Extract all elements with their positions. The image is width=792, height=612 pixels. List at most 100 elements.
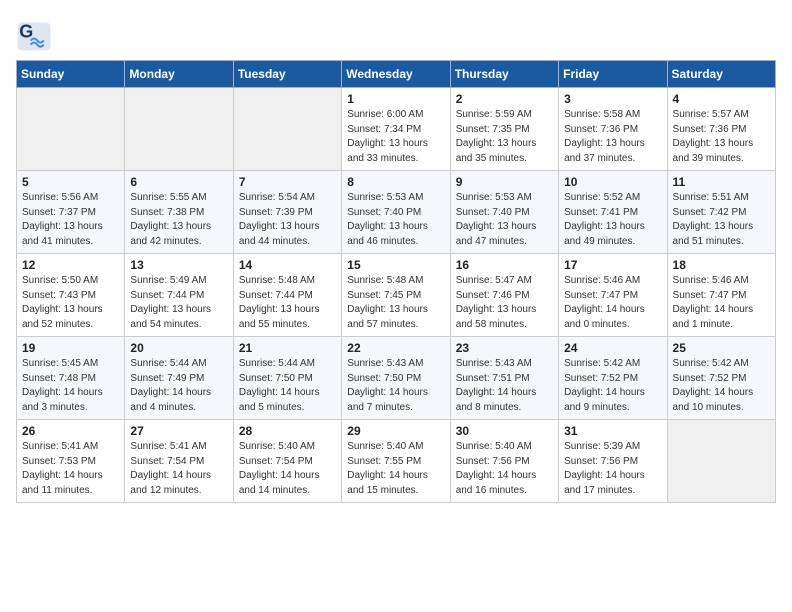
weekday-header: Tuesday bbox=[233, 61, 341, 88]
cell-info: Sunrise: 5:56 AMSunset: 7:37 PMDaylight:… bbox=[22, 191, 119, 249]
calendar-cell: 4 Sunrise: 5:57 AMSunset: 7:36 PMDaylight… bbox=[667, 88, 775, 171]
calendar-cell: 21 Sunrise: 5:44 AMSunset: 7:50 PMDayligh… bbox=[233, 337, 341, 420]
day-number: 10 bbox=[564, 175, 661, 189]
calendar-cell bbox=[17, 88, 125, 171]
cell-info: Sunrise: 5:43 AMSunset: 7:51 PMDaylight:… bbox=[456, 357, 553, 415]
cell-info: Sunrise: 5:44 AMSunset: 7:50 PMDaylight:… bbox=[239, 357, 336, 415]
day-number: 12 bbox=[22, 258, 119, 272]
calendar-header: SundayMondayTuesdayWednesdayThursdayFrid… bbox=[17, 61, 776, 88]
cell-info: Sunrise: 5:49 AMSunset: 7:44 PMDaylight:… bbox=[130, 274, 227, 332]
calendar-week-row: 1Sunrise: 6:00 AMSunset: 7:34 PMDaylight… bbox=[17, 88, 776, 171]
day-number: 30 bbox=[456, 424, 553, 438]
day-number: 15 bbox=[347, 258, 444, 272]
cell-info: Sunrise: 5:52 AMSunset: 7:41 PMDaylight:… bbox=[564, 191, 661, 249]
day-number: 16 bbox=[456, 258, 553, 272]
logo-icon: G bbox=[16, 16, 52, 52]
day-number: 18 bbox=[673, 258, 770, 272]
day-number: 21 bbox=[239, 341, 336, 355]
calendar-cell: 5 Sunrise: 5:56 AMSunset: 7:37 PMDaylight… bbox=[17, 171, 125, 254]
calendar-week-row: 12 Sunrise: 5:50 AMSunset: 7:43 PMDayligh… bbox=[17, 254, 776, 337]
weekday-header: Saturday bbox=[667, 61, 775, 88]
calendar-cell: 27 Sunrise: 5:41 AMSunset: 7:54 PMDayligh… bbox=[125, 420, 233, 503]
day-number: 6 bbox=[130, 175, 227, 189]
day-number: 28 bbox=[239, 424, 336, 438]
cell-info: Sunrise: 5:39 AMSunset: 7:56 PMDaylight:… bbox=[564, 440, 661, 498]
calendar-cell: 18 Sunrise: 5:46 AMSunset: 7:47 PMDayligh… bbox=[667, 254, 775, 337]
page-header: G bbox=[16, 16, 776, 52]
day-number: 29 bbox=[347, 424, 444, 438]
calendar-cell: 11Sunrise: 5:51 AMSunset: 7:42 PMDayligh… bbox=[667, 171, 775, 254]
calendar-cell bbox=[667, 420, 775, 503]
calendar-cell: 13Sunrise: 5:49 AMSunset: 7:44 PMDayligh… bbox=[125, 254, 233, 337]
weekday-header: Monday bbox=[125, 61, 233, 88]
calendar-cell: 23 Sunrise: 5:43 AMSunset: 7:51 PMDayligh… bbox=[450, 337, 558, 420]
cell-info: Sunrise: 5:58 AMSunset: 7:36 PMDaylight:… bbox=[564, 108, 661, 166]
day-number: 23 bbox=[456, 341, 553, 355]
calendar-cell: 8 Sunrise: 5:53 AMSunset: 7:40 PMDaylight… bbox=[342, 171, 450, 254]
day-number: 25 bbox=[673, 341, 770, 355]
day-number: 19 bbox=[22, 341, 119, 355]
cell-info: Sunrise: 6:00 AMSunset: 7:34 PMDaylight:… bbox=[347, 108, 444, 166]
calendar-cell: 29 Sunrise: 5:40 AMSunset: 7:55 PMDayligh… bbox=[342, 420, 450, 503]
cell-info: Sunrise: 5:41 AMSunset: 7:54 PMDaylight:… bbox=[130, 440, 227, 498]
cell-info: Sunrise: 5:53 AMSunset: 7:40 PMDaylight:… bbox=[347, 191, 444, 249]
day-number: 24 bbox=[564, 341, 661, 355]
cell-info: Sunrise: 5:40 AMSunset: 7:56 PMDaylight:… bbox=[456, 440, 553, 498]
calendar-week-row: 19 Sunrise: 5:45 AMSunset: 7:48 PMDayligh… bbox=[17, 337, 776, 420]
cell-info: Sunrise: 5:57 AMSunset: 7:36 PMDaylight:… bbox=[673, 108, 770, 166]
calendar-cell: 9 Sunrise: 5:53 AMSunset: 7:40 PMDaylight… bbox=[450, 171, 558, 254]
day-number: 2 bbox=[456, 92, 553, 106]
cell-info: Sunrise: 5:59 AMSunset: 7:35 PMDaylight:… bbox=[456, 108, 553, 166]
calendar-table: SundayMondayTuesdayWednesdayThursdayFrid… bbox=[16, 60, 776, 503]
calendar-cell: 28 Sunrise: 5:40 AMSunset: 7:54 PMDayligh… bbox=[233, 420, 341, 503]
cell-info: Sunrise: 5:48 AMSunset: 7:44 PMDaylight:… bbox=[239, 274, 336, 332]
cell-info: Sunrise: 5:51 AMSunset: 7:42 PMDaylight:… bbox=[673, 191, 770, 249]
cell-info: Sunrise: 5:40 AMSunset: 7:54 PMDaylight:… bbox=[239, 440, 336, 498]
calendar-cell: 20 Sunrise: 5:44 AMSunset: 7:49 PMDayligh… bbox=[125, 337, 233, 420]
day-number: 8 bbox=[347, 175, 444, 189]
day-number: 27 bbox=[130, 424, 227, 438]
weekday-header: Thursday bbox=[450, 61, 558, 88]
cell-info: Sunrise: 5:40 AMSunset: 7:55 PMDaylight:… bbox=[347, 440, 444, 498]
calendar-week-row: 26 Sunrise: 5:41 AMSunset: 7:53 PMDayligh… bbox=[17, 420, 776, 503]
day-number: 17 bbox=[564, 258, 661, 272]
day-number: 4 bbox=[673, 92, 770, 106]
day-number: 5 bbox=[22, 175, 119, 189]
calendar-cell: 24 Sunrise: 5:42 AMSunset: 7:52 PMDayligh… bbox=[559, 337, 667, 420]
cell-info: Sunrise: 5:42 AMSunset: 7:52 PMDaylight:… bbox=[564, 357, 661, 415]
calendar-cell: 30 Sunrise: 5:40 AMSunset: 7:56 PMDayligh… bbox=[450, 420, 558, 503]
calendar-cell: 15 Sunrise: 5:48 AMSunset: 7:45 PMDayligh… bbox=[342, 254, 450, 337]
cell-info: Sunrise: 5:50 AMSunset: 7:43 PMDaylight:… bbox=[22, 274, 119, 332]
calendar-cell: 14 Sunrise: 5:48 AMSunset: 7:44 PMDayligh… bbox=[233, 254, 341, 337]
svg-text:G: G bbox=[19, 21, 33, 41]
calendar-week-row: 5 Sunrise: 5:56 AMSunset: 7:37 PMDaylight… bbox=[17, 171, 776, 254]
cell-info: Sunrise: 5:55 AMSunset: 7:38 PMDaylight:… bbox=[130, 191, 227, 249]
day-number: 20 bbox=[130, 341, 227, 355]
cell-info: Sunrise: 5:46 AMSunset: 7:47 PMDaylight:… bbox=[564, 274, 661, 332]
day-number: 14 bbox=[239, 258, 336, 272]
cell-info: Sunrise: 5:44 AMSunset: 7:49 PMDaylight:… bbox=[130, 357, 227, 415]
calendar-cell: 31Sunrise: 5:39 AMSunset: 7:56 PMDayligh… bbox=[559, 420, 667, 503]
calendar-cell: 1Sunrise: 6:00 AMSunset: 7:34 PMDaylight… bbox=[342, 88, 450, 171]
day-number: 9 bbox=[456, 175, 553, 189]
cell-info: Sunrise: 5:47 AMSunset: 7:46 PMDaylight:… bbox=[456, 274, 553, 332]
calendar-cell: 16 Sunrise: 5:47 AMSunset: 7:46 PMDayligh… bbox=[450, 254, 558, 337]
day-number: 26 bbox=[22, 424, 119, 438]
weekday-header: Friday bbox=[559, 61, 667, 88]
calendar-cell: 6 Sunrise: 5:55 AMSunset: 7:38 PMDaylight… bbox=[125, 171, 233, 254]
cell-info: Sunrise: 5:54 AMSunset: 7:39 PMDaylight:… bbox=[239, 191, 336, 249]
cell-info: Sunrise: 5:53 AMSunset: 7:40 PMDaylight:… bbox=[456, 191, 553, 249]
cell-info: Sunrise: 5:45 AMSunset: 7:48 PMDaylight:… bbox=[22, 357, 119, 415]
calendar-cell: 2 Sunrise: 5:59 AMSunset: 7:35 PMDaylight… bbox=[450, 88, 558, 171]
cell-info: Sunrise: 5:48 AMSunset: 7:45 PMDaylight:… bbox=[347, 274, 444, 332]
weekday-header: Sunday bbox=[17, 61, 125, 88]
weekday-header: Wednesday bbox=[342, 61, 450, 88]
calendar-cell bbox=[233, 88, 341, 171]
calendar-cell: 22Sunrise: 5:43 AMSunset: 7:50 PMDayligh… bbox=[342, 337, 450, 420]
calendar-cell: 25Sunrise: 5:42 AMSunset: 7:52 PMDayligh… bbox=[667, 337, 775, 420]
day-number: 22 bbox=[347, 341, 444, 355]
cell-info: Sunrise: 5:46 AMSunset: 7:47 PMDaylight:… bbox=[673, 274, 770, 332]
cell-info: Sunrise: 5:41 AMSunset: 7:53 PMDaylight:… bbox=[22, 440, 119, 498]
calendar-cell: 17 Sunrise: 5:46 AMSunset: 7:47 PMDayligh… bbox=[559, 254, 667, 337]
day-number: 7 bbox=[239, 175, 336, 189]
